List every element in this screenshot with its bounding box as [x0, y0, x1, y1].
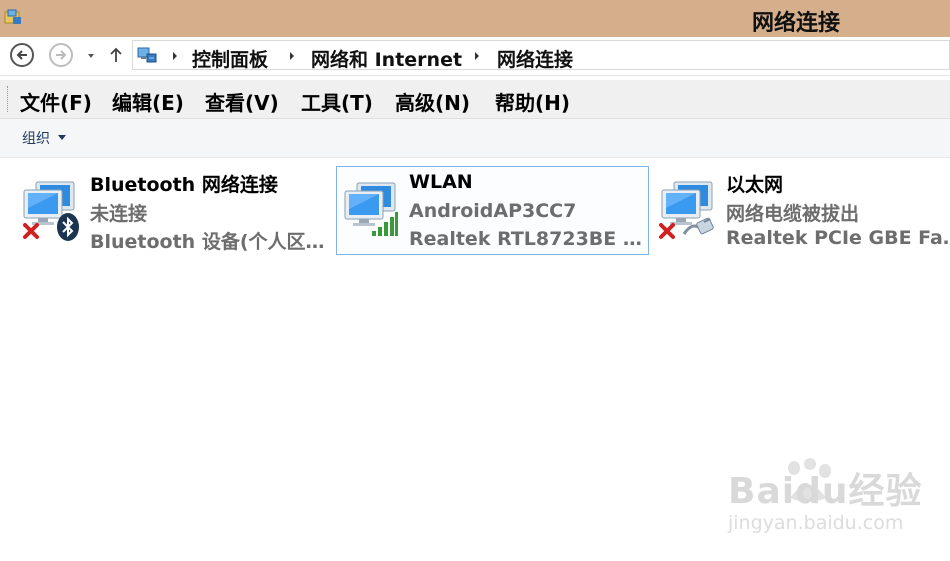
- menu-file[interactable]: 文件(F): [20, 87, 92, 116]
- breadcrumb-control-panel[interactable]: 控制面板: [192, 45, 268, 72]
- menu-tools[interactable]: 工具(T): [301, 87, 373, 116]
- menu-help[interactable]: 帮助(H): [495, 87, 570, 116]
- watermark-sub: jingyan.baidu.com: [728, 512, 904, 534]
- breadcrumb-chevron-icon[interactable]: [171, 51, 179, 61]
- breadcrumb-chevron-icon[interactable]: [473, 51, 481, 61]
- menu-view[interactable]: 查看(V): [205, 87, 279, 116]
- ethernet-cable-icon: [682, 217, 714, 235]
- arrow-left-icon: [16, 50, 27, 60]
- menu-grip: [7, 86, 11, 112]
- connection-status: 网络电缆被拔出: [726, 203, 860, 225]
- breadcrumb-network-internet[interactable]: 网络和 Internet: [311, 45, 462, 72]
- control-panel-network-icon: [137, 47, 157, 63]
- connection-device: Bluetooth 设备(个人区…: [90, 231, 325, 253]
- menu-bar: 文件(F) 编辑(E) 查看(V) 工具(T) 高级(N) 帮助(H): [0, 80, 950, 119]
- address-bar: 控制面板 网络和 Internet 网络连接: [0, 37, 950, 76]
- signal-bars-icon: [372, 212, 398, 236]
- breadcrumb-chevron-icon[interactable]: [288, 51, 296, 61]
- window-title: 网络连接: [752, 11, 841, 36]
- organize-button[interactable]: 组织: [22, 128, 50, 148]
- bluetooth-icon: [57, 213, 79, 241]
- network-folder-icon: [4, 9, 21, 24]
- watermark: Baidu经验 jingyan.baidu.com: [728, 462, 922, 534]
- connection-name: 以太网: [726, 174, 784, 196]
- red-x-icon: [659, 223, 675, 239]
- command-bar: 组织: [0, 119, 950, 158]
- connection-device: Realtek PCIe GBE Fa…: [726, 227, 950, 249]
- connection-item-bluetooth[interactable]: Bluetooth 网络连接 未连接 Bluetooth 设备(个人区…: [16, 166, 332, 255]
- back-button[interactable]: [10, 43, 34, 67]
- up-arrow-icon[interactable]: [108, 46, 124, 64]
- connection-item-ethernet[interactable]: 以太网 网络电缆被拔出 Realtek PCIe GBE Fa…: [654, 166, 950, 255]
- breadcrumb-network-connections[interactable]: 网络连接: [497, 45, 573, 72]
- address-box[interactable]: 控制面板 网络和 Internet 网络连接: [132, 40, 950, 72]
- watermark-main: Baidu经验: [728, 471, 923, 512]
- connection-status: AndroidAP3CC7: [409, 200, 577, 222]
- connection-item-wlan[interactable]: WLAN AndroidAP3CC7 Realtek RTL8723BE …: [336, 166, 649, 255]
- forward-button[interactable]: [49, 43, 73, 67]
- chevron-down-icon[interactable]: [58, 135, 66, 141]
- connection-status: 未连接: [90, 203, 148, 225]
- arrow-right-icon: [56, 50, 67, 60]
- connection-name: Bluetooth 网络连接: [90, 174, 278, 196]
- recent-locations-chevron-icon[interactable]: [86, 51, 96, 61]
- title-bar: 网络连接: [0, 0, 950, 37]
- connection-name: WLAN: [409, 171, 473, 193]
- menu-edit[interactable]: 编辑(E): [112, 87, 184, 116]
- connection-device: Realtek RTL8723BE …: [409, 228, 642, 250]
- menu-advanced[interactable]: 高级(N): [395, 87, 470, 116]
- red-x-icon: [23, 223, 39, 239]
